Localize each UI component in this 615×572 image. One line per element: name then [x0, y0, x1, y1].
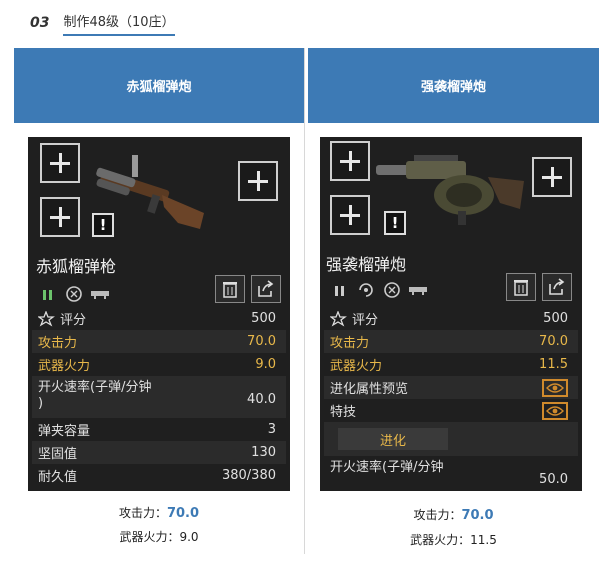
evolve-button[interactable]: 进化	[338, 428, 448, 450]
caption-firepower-value: 11.5	[470, 533, 497, 547]
attachment-slot-bottom-left[interactable]	[40, 197, 80, 237]
stat-row-score: 评分 500	[32, 307, 286, 330]
attachment-slot-top-left[interactable]	[40, 143, 80, 183]
stat-value: 3	[267, 422, 276, 437]
warning-icon[interactable]: !	[384, 211, 406, 235]
reload-icon	[382, 281, 402, 299]
attachment-slot-top-left[interactable]	[330, 141, 370, 181]
weapon-attribute-icons	[330, 281, 428, 299]
stat-row-fire-rate: 开火速率(子弹/分钟 ) 40.0	[32, 376, 286, 418]
stat-row-firepower: 武器火力 11.5	[324, 353, 578, 376]
share-icon	[549, 278, 565, 295]
stat-value: 9.0	[255, 357, 276, 372]
caption-firepower-value: 9.0	[179, 530, 199, 544]
stat-label: 弹夹容量	[38, 424, 91, 439]
stat-label: 开火速率(子弹/分钟 )	[38, 380, 152, 411]
stat-value: 11.5	[539, 357, 568, 372]
stat-label: 武器火力	[330, 359, 383, 374]
section-number: 03	[30, 15, 50, 31]
stat-row-attack: 攻击力 70.0	[324, 330, 578, 353]
caption-firepower-label: 武器火力：	[410, 533, 471, 547]
caption-firepower: 武器火力：9.0	[14, 528, 304, 545]
stat-row-evolve: 进化	[324, 422, 578, 456]
stat-label: 坚固值	[38, 447, 78, 462]
stat-label: 特技	[330, 405, 357, 420]
stat-value: 40.0	[247, 392, 276, 407]
ammo-icon	[38, 285, 58, 303]
weapon-name: 强袭榴弹炮	[326, 255, 407, 274]
warning-icon[interactable]: !	[92, 213, 114, 237]
column-right: 强袭榴弹炮 ! 强袭榴弹炮 评分 500 攻击力 70.0 武器火力 11.5 …	[308, 48, 599, 554]
rail-icon	[408, 281, 428, 299]
caption-attack-label: 攻击力：	[118, 506, 167, 520]
stat-value: 130	[251, 445, 276, 460]
stat-row-score: 评分 500	[324, 307, 578, 330]
stat-value: 70.0	[247, 334, 276, 349]
stat-value: 500	[251, 311, 276, 326]
attachment-slot-right[interactable]	[532, 157, 572, 197]
stat-value: 380/380	[221, 468, 276, 483]
score-icon	[38, 310, 55, 327]
section-header: 03 制作48级（10庄）	[30, 10, 175, 36]
stat-row-attack: 攻击力 70.0	[32, 330, 286, 353]
stat-label: 耐久值	[38, 470, 78, 485]
stat-row-fire-rate: 开火速率(子弹/分钟 50.0	[324, 456, 578, 491]
stats-list: 评分 500 攻击力 70.0 武器火力 11.5 进化属性预览 特技 进化 开…	[324, 307, 578, 491]
stat-label: 进化属性预览	[330, 382, 409, 397]
reload-icon	[64, 285, 84, 303]
comparison-table: 赤狐榴弹炮 ! 赤狐榴弹枪 评分 500 攻击力 70.0 武器火力 9.0 开…	[14, 48, 601, 554]
caption-attack-label: 攻击力：	[413, 508, 462, 522]
stat-label: 评分	[352, 313, 379, 328]
caption-attack-value: 70.0	[166, 506, 200, 521]
trash-button[interactable]	[215, 275, 245, 303]
attachment-slot-right[interactable]	[238, 161, 278, 201]
trash-icon	[514, 280, 528, 296]
trash-button[interactable]	[506, 273, 536, 301]
stat-label: 评分	[60, 313, 87, 328]
stats-list: 评分 500 攻击力 70.0 武器火力 9.0 开火速率(子弹/分钟 ) 40…	[32, 307, 286, 487]
stat-label: 攻击力	[330, 336, 370, 351]
stat-row-sturdiness: 坚固值 130	[32, 441, 286, 464]
stat-row-magazine: 弹夹容量 3	[32, 418, 286, 441]
caption-firepower-label: 武器火力：	[119, 530, 180, 544]
stat-label: 武器火力	[38, 359, 91, 374]
stat-label: 攻击力	[38, 336, 78, 351]
stat-row-firepower: 武器火力 9.0	[32, 353, 286, 376]
stat-row-skill[interactable]: 特技	[324, 399, 578, 422]
column-header: 强袭榴弹炮	[308, 48, 599, 123]
rail-icon	[90, 285, 110, 303]
caption-attack: 攻击力：70.0	[14, 504, 304, 521]
stat-label: 开火速率(子弹/分钟	[330, 460, 444, 475]
column-left: 赤狐榴弹炮 ! 赤狐榴弹枪 评分 500 攻击力 70.0 武器火力 9.0 开…	[14, 48, 305, 554]
weapon-attribute-icons	[38, 285, 110, 303]
ammo-icon	[330, 281, 350, 299]
eye-icon[interactable]	[542, 378, 568, 397]
stat-value: 500	[543, 311, 568, 326]
attachment-slot-bottom-left[interactable]	[330, 195, 370, 235]
trash-icon	[223, 282, 237, 298]
share-icon	[258, 280, 274, 297]
stat-row-evolution-preview[interactable]: 进化属性预览	[324, 376, 578, 399]
weapon-card: ! 赤狐榴弹枪 评分 500 攻击力 70.0 武器火力 9.0 开火速率(子弹…	[28, 137, 290, 491]
share-button[interactable]	[542, 273, 572, 301]
score-icon	[330, 310, 347, 327]
caption-firepower: 武器火力：11.5	[308, 531, 599, 548]
caption-attack: 攻击力：70.0	[308, 506, 599, 523]
weapon-card: ! 强袭榴弹炮 评分 500 攻击力 70.0 武器火力 11.5 进化属性预览…	[320, 137, 582, 491]
caption-attack-value: 70.0	[461, 508, 494, 523]
spin-icon	[356, 281, 376, 299]
stat-row-durability: 耐久值 380/380	[32, 464, 286, 487]
stat-value: 70.0	[539, 334, 568, 349]
eye-icon[interactable]	[542, 401, 568, 420]
share-button[interactable]	[251, 275, 281, 303]
stat-value: 50.0	[539, 472, 568, 487]
column-header: 赤狐榴弹炮	[14, 48, 304, 123]
weapon-name: 赤狐榴弹枪	[36, 257, 117, 276]
section-title: 制作48级（10庄）	[63, 11, 175, 36]
